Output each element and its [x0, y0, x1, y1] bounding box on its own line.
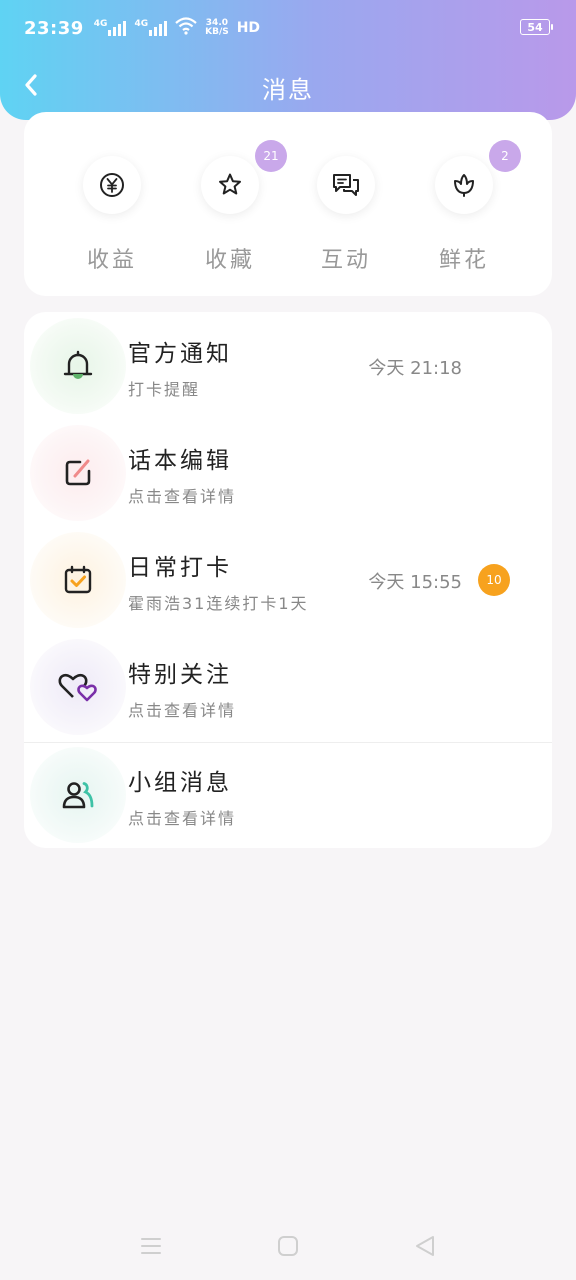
- category-favorites[interactable]: 21 收藏: [171, 140, 289, 274]
- category-flowers-circle: 2: [435, 140, 521, 214]
- category-earnings[interactable]: 收益: [53, 156, 171, 274]
- message-title: 小组消息: [128, 770, 232, 796]
- message-time: 今天 21:18: [368, 358, 462, 379]
- signal-1: 4G: [94, 20, 127, 36]
- message-row-editor[interactable]: 话本编辑 点击查看详情: [24, 419, 552, 526]
- message-row-group[interactable]: 小组消息 点击查看详情: [24, 741, 552, 848]
- signal-2-label: 4G: [134, 19, 149, 29]
- net-speed: 34.0 KB/S: [205, 19, 229, 37]
- message-title: 特别关注: [128, 662, 232, 688]
- unread-badge: 10: [478, 564, 510, 596]
- category-interaction-circle: [317, 156, 375, 214]
- message-subtitle: 霍雨浩31连续打卡1天: [128, 594, 309, 613]
- message-subtitle: 点击查看详情: [128, 701, 237, 720]
- system-nav-bar: [0, 1210, 576, 1280]
- edit-icon: [65, 459, 91, 486]
- star-icon: [219, 173, 241, 195]
- system-menu-button[interactable]: [136, 1234, 166, 1258]
- message-row-special-follow[interactable]: 特别关注 点击查看详情: [24, 633, 552, 740]
- category-earnings-circle: [83, 156, 141, 214]
- message-subtitle: 点击查看详情: [128, 809, 237, 828]
- category-favorites-circle: 21: [201, 140, 287, 214]
- category-interaction-label: 互动: [320, 248, 371, 273]
- category-flowers-label: 鲜花: [438, 248, 489, 273]
- message-title: 话本编辑: [128, 448, 232, 474]
- message-row-official[interactable]: 官方通知 打卡提醒 今天 21:18: [24, 312, 552, 419]
- message-icon-bg: [30, 532, 126, 628]
- back-triangle-icon: [416, 1236, 434, 1256]
- message-icon-bg: [30, 639, 126, 735]
- calendar-check-icon: [64, 565, 92, 594]
- category-earnings-label: 收益: [86, 248, 137, 273]
- system-home-button[interactable]: [273, 1234, 303, 1258]
- bell-icon: [63, 350, 93, 379]
- signal-bars-icon: [108, 20, 127, 36]
- category-flowers[interactable]: 2 鲜花: [405, 140, 523, 274]
- home-square-icon: [278, 1236, 298, 1256]
- message-icon-bg: [30, 318, 126, 414]
- message-row-checkin[interactable]: 日常打卡 霍雨浩31连续打卡1天 今天 15:55 10: [24, 526, 552, 633]
- double-heart-icon: [58, 673, 97, 702]
- category-favorites-label: 收藏: [204, 248, 255, 273]
- battery-icon: 54: [520, 19, 553, 35]
- category-flowers-badge: 2: [489, 140, 521, 172]
- header: 23:39 4G 4G 34.0 KB/S HD 54 消息: [0, 0, 576, 120]
- message-subtitle: 打卡提醒: [128, 380, 201, 399]
- signal-1-label: 4G: [93, 19, 108, 29]
- battery-level: 54: [527, 20, 543, 34]
- category-favorites-badge: 21: [255, 140, 287, 172]
- message-title: 官方通知: [128, 341, 232, 367]
- nav-bar: 消息: [0, 62, 576, 108]
- chat-bubbles-icon: [333, 174, 359, 196]
- message-subtitle: 点击查看详情: [128, 487, 237, 506]
- message-list: 官方通知 打卡提醒 今天 21:18 话本编辑 点击查看详情 日常打卡 霍雨浩3…: [24, 312, 552, 848]
- status-bar: 23:39 4G 4G 34.0 KB/S HD 54: [0, 0, 576, 56]
- message-title: 日常打卡: [128, 555, 232, 581]
- page-title: 消息: [262, 76, 314, 104]
- hd-indicator: HD: [236, 20, 261, 36]
- system-back-button[interactable]: [410, 1234, 440, 1258]
- wifi-icon: [175, 16, 197, 40]
- status-time: 23:39: [24, 17, 84, 39]
- message-icon-bg: [30, 425, 126, 521]
- flower-icon: [454, 174, 474, 197]
- signal-bars-icon: [149, 20, 168, 36]
- menu-icon: [141, 1238, 161, 1254]
- signal-2: 4G: [134, 19, 168, 36]
- message-time: 今天 15:55: [368, 572, 462, 593]
- group-icon: [62, 782, 94, 809]
- message-icon-bg: [30, 747, 126, 843]
- net-speed-unit: KB/S: [205, 27, 229, 37]
- status-icons: 4G 4G 34.0 KB/S HD: [94, 16, 261, 40]
- category-card: 收益 21 收藏 互动 2 鲜花: [24, 112, 552, 296]
- yen-coin-icon: [100, 173, 124, 197]
- category-interaction[interactable]: 互动: [287, 156, 405, 274]
